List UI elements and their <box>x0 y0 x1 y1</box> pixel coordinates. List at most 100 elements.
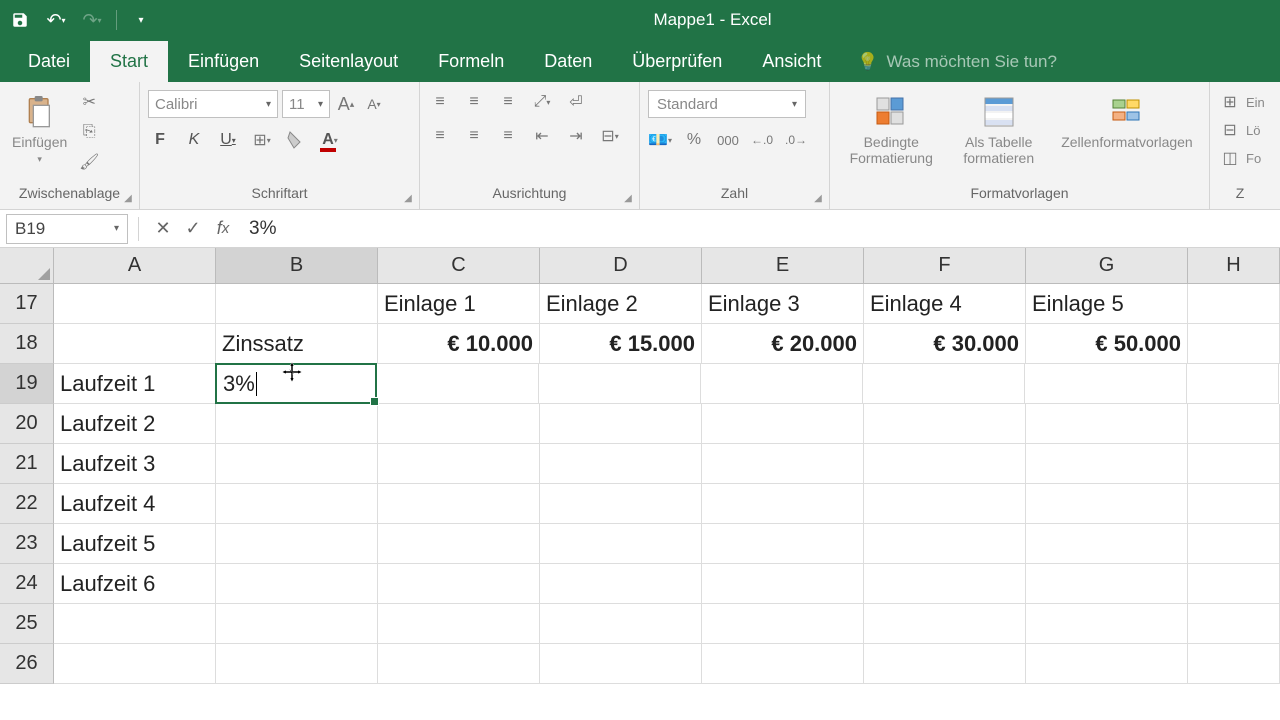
cell-C21[interactable] <box>378 444 540 484</box>
row-header-19[interactable]: 19 <box>0 364 54 404</box>
italic-button[interactable]: K <box>182 128 206 152</box>
cell-H23[interactable] <box>1188 524 1280 564</box>
cell-E18[interactable]: € 20.000 <box>702 324 864 364</box>
align-bottom-icon[interactable]: ≡ <box>496 90 520 114</box>
align-left-icon[interactable]: ≡ <box>428 124 452 148</box>
cell-C23[interactable] <box>378 524 540 564</box>
cut-icon[interactable]: ✂ <box>77 90 101 114</box>
col-header-C[interactable]: C <box>378 248 540 284</box>
cell-B17[interactable] <box>216 284 378 324</box>
cell-G17[interactable]: Einlage 5 <box>1026 284 1188 324</box>
row-header-22[interactable]: 22 <box>0 484 54 524</box>
cell-C22[interactable] <box>378 484 540 524</box>
align-center-icon[interactable]: ≡ <box>462 124 486 148</box>
cancel-edit-icon[interactable]: ✕ <box>149 215 177 243</box>
cell-F25[interactable] <box>864 604 1026 644</box>
cell-C26[interactable] <box>378 644 540 684</box>
cell-E17[interactable]: Einlage 3 <box>702 284 864 324</box>
merge-center-icon[interactable]: ⊟▾ <box>598 124 622 148</box>
cell-H22[interactable] <box>1188 484 1280 524</box>
align-right-icon[interactable]: ≡ <box>496 124 520 148</box>
format-painter-icon[interactable]: 🖌 <box>77 150 101 174</box>
delete-cells-icon[interactable]: ⊟ <box>1218 118 1242 142</box>
row-header-21[interactable]: 21 <box>0 444 54 484</box>
cell-E26[interactable] <box>702 644 864 684</box>
cell-B22[interactable] <box>216 484 378 524</box>
cell-B25[interactable] <box>216 604 378 644</box>
cell-B20[interactable] <box>216 404 378 444</box>
row-header-26[interactable]: 26 <box>0 644 54 684</box>
cell-B21[interactable] <box>216 444 378 484</box>
cell-A25[interactable] <box>54 604 216 644</box>
font-launcher-icon[interactable]: ◢ <box>401 191 415 205</box>
cell-A17[interactable] <box>54 284 216 324</box>
cell-A21[interactable]: Laufzeit 3 <box>54 444 216 484</box>
alignment-launcher-icon[interactable]: ◢ <box>621 191 635 205</box>
cell-A26[interactable] <box>54 644 216 684</box>
cell-E24[interactable] <box>702 564 864 604</box>
cell-F22[interactable] <box>864 484 1026 524</box>
cell-A22[interactable]: Laufzeit 4 <box>54 484 216 524</box>
decrease-font-icon[interactable]: A▾ <box>362 92 386 116</box>
font-name-select[interactable]: Calibri ▾ <box>148 90 278 118</box>
cell-D23[interactable] <box>540 524 702 564</box>
cell-E20[interactable] <box>702 404 864 444</box>
font-size-select[interactable]: 11 ▾ <box>282 90 330 118</box>
undo-icon[interactable]: ↶▾ <box>44 8 68 32</box>
select-all-corner[interactable] <box>0 248 54 284</box>
cell-styles-button[interactable]: Zellenformatvorlagen <box>1057 90 1197 154</box>
paste-button[interactable]: Einfügen ▾ <box>8 90 71 169</box>
format-cells-icon[interactable]: ◫ <box>1218 146 1242 170</box>
cell-C17[interactable]: Einlage 1 <box>378 284 540 324</box>
col-header-G[interactable]: G <box>1026 248 1188 284</box>
underline-button[interactable]: U▾ <box>216 128 240 152</box>
cell-H18[interactable] <box>1188 324 1280 364</box>
cell-G25[interactable] <box>1026 604 1188 644</box>
fill-color-icon[interactable] <box>284 128 308 152</box>
cell-G19[interactable] <box>1025 364 1187 404</box>
cell-D18[interactable]: € 15.000 <box>540 324 702 364</box>
wrap-text-icon[interactable]: ⏎ <box>564 90 588 114</box>
orientation-icon[interactable]: ⤢▾ <box>530 90 554 114</box>
cell-A23[interactable]: Laufzeit 5 <box>54 524 216 564</box>
cell-F23[interactable] <box>864 524 1026 564</box>
cell-H26[interactable] <box>1188 644 1280 684</box>
cell-D22[interactable] <box>540 484 702 524</box>
borders-icon[interactable]: ⊞▾ <box>250 128 274 152</box>
tab-view[interactable]: Ansicht <box>742 41 841 82</box>
cell-G21[interactable] <box>1026 444 1188 484</box>
percent-icon[interactable]: % <box>682 128 706 152</box>
formula-input[interactable]: 3% <box>239 218 1274 240</box>
tab-home[interactable]: Start <box>90 41 168 82</box>
number-format-select[interactable]: Standard ▾ <box>648 90 806 118</box>
cell-G26[interactable] <box>1026 644 1188 684</box>
tab-insert[interactable]: Einfügen <box>168 41 279 82</box>
cell-F20[interactable] <box>864 404 1026 444</box>
decrease-indent-icon[interactable]: ⇤ <box>530 124 554 148</box>
tab-formulas[interactable]: Formeln <box>418 41 524 82</box>
col-header-H[interactable]: H <box>1188 248 1280 284</box>
cell-G18[interactable]: € 50.000 <box>1026 324 1188 364</box>
tab-layout[interactable]: Seitenlayout <box>279 41 418 82</box>
cell-B23[interactable] <box>216 524 378 564</box>
cell-C18[interactable]: € 10.000 <box>378 324 540 364</box>
thousands-icon[interactable]: 000 <box>716 128 740 152</box>
row-header-20[interactable]: 20 <box>0 404 54 444</box>
tab-review[interactable]: Überprüfen <box>612 41 742 82</box>
cell-H17[interactable] <box>1188 284 1280 324</box>
cell-E23[interactable] <box>702 524 864 564</box>
increase-indent-icon[interactable]: ⇥ <box>564 124 588 148</box>
cell-B24[interactable] <box>216 564 378 604</box>
conditional-formatting-button[interactable]: Bedingte Formatierung <box>842 90 940 170</box>
cell-F17[interactable]: Einlage 4 <box>864 284 1026 324</box>
cell-A19[interactable]: Laufzeit 1 <box>54 364 216 404</box>
cell-A18[interactable] <box>54 324 216 364</box>
tell-me-search[interactable]: 💡 Was möchten Sie tun? <box>841 42 1073 82</box>
increase-font-icon[interactable]: A▴ <box>334 92 358 116</box>
row-header-24[interactable]: 24 <box>0 564 54 604</box>
cell-E19[interactable] <box>701 364 863 404</box>
col-header-E[interactable]: E <box>702 248 864 284</box>
cell-G20[interactable] <box>1026 404 1188 444</box>
cell-C24[interactable] <box>378 564 540 604</box>
cell-D25[interactable] <box>540 604 702 644</box>
